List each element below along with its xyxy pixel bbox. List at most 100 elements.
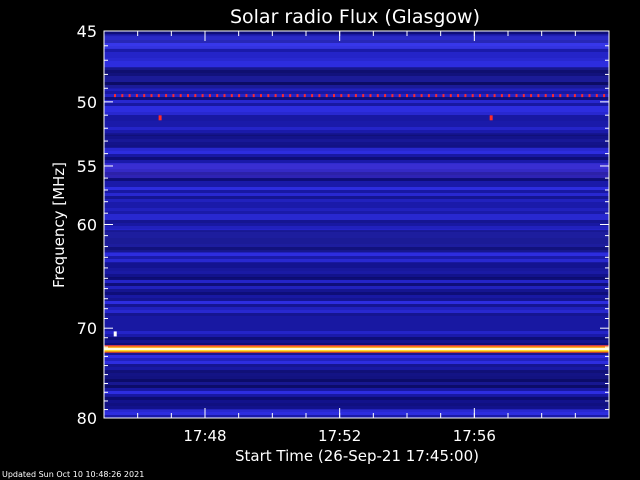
interference-dot [544, 94, 547, 98]
heatmap-band [104, 181, 609, 184]
heatmap-band [104, 259, 609, 262]
interference-dot [362, 94, 365, 98]
heatmap-band [104, 157, 609, 160]
heatmap-band [104, 391, 609, 394]
y-tick-label: 70 [77, 319, 97, 338]
chart-title: Solar radio Flux (Glasgow) [230, 6, 480, 28]
interference-dot [333, 94, 335, 98]
interference-dot [464, 94, 467, 98]
heatmap-band [104, 220, 609, 223]
interference-dot [208, 94, 211, 98]
heatmap-band [104, 190, 609, 193]
plot-area [103, 30, 610, 419]
heatmap-band [104, 355, 609, 358]
heatmap-band [104, 52, 609, 55]
interference-dot [172, 94, 175, 98]
interference-dot [500, 94, 503, 98]
interference-dot [391, 94, 394, 98]
interference-dot [522, 94, 525, 98]
heatmap-band [104, 331, 609, 334]
interference-dot [493, 94, 496, 98]
heatmap-band [104, 301, 609, 304]
interference-dot [559, 94, 562, 98]
interference-dot [245, 94, 248, 98]
heatmap-band [104, 103, 609, 106]
interference-dot [595, 94, 598, 98]
heatmap-band [104, 160, 609, 163]
interference-dot [588, 94, 591, 98]
interference-dot [201, 94, 204, 98]
heatmap-band [104, 388, 609, 391]
heatmap-band [104, 124, 609, 127]
heatmap-band [104, 313, 609, 316]
interference-dot [347, 94, 350, 98]
heatmap-band [104, 184, 609, 187]
interference-dot [157, 94, 160, 98]
interference-dot [552, 94, 554, 98]
interference-dot [325, 94, 328, 98]
heatmap-band [104, 154, 609, 157]
heatmap-band [104, 316, 609, 319]
heatmap-band [104, 223, 609, 226]
interference-dot [537, 94, 540, 98]
heatmap-band [104, 115, 609, 118]
heatmap-band [104, 148, 609, 151]
emission-spot [489, 115, 493, 121]
interference-dot [471, 94, 474, 98]
y-tick-label: 60 [77, 216, 97, 235]
heatmap-band [104, 217, 609, 220]
heatmap-band [104, 283, 609, 286]
heatmap-band [104, 214, 609, 217]
interference-dot [457, 94, 460, 98]
heatmap-band [104, 337, 609, 340]
interference-dot [260, 94, 262, 98]
x-tick-label: 17:52 [318, 427, 361, 445]
heatmap-band [104, 64, 609, 67]
heatmap-band [104, 109, 609, 112]
interference-dot [340, 94, 343, 98]
interference-dot [486, 94, 489, 98]
interference-dot [449, 94, 452, 98]
interference-dot [398, 94, 401, 98]
interference-dot [515, 94, 518, 98]
heatmap-band [104, 91, 609, 94]
heatmap-band [104, 298, 609, 301]
heatmap-band [104, 286, 609, 289]
interference-dot [318, 94, 321, 98]
emission-spot [158, 115, 162, 121]
heatmap-band [104, 358, 609, 361]
interference-dot [223, 94, 226, 98]
heatmap-band [104, 208, 609, 211]
heatmap-band [104, 118, 609, 121]
heatmap-band [104, 280, 609, 283]
interference-dot [179, 94, 182, 98]
interference-dot [267, 94, 270, 98]
interference-dot [581, 94, 584, 98]
heatmap-band [104, 226, 609, 229]
heatmap-band [104, 193, 609, 196]
heatmap-band [104, 295, 609, 298]
heatmap-band [104, 55, 609, 58]
interference-dot [114, 94, 116, 98]
interference-dot [289, 94, 292, 98]
interference-dot [420, 94, 423, 98]
interference-dot [121, 94, 124, 98]
interference-dot [603, 94, 606, 98]
x-tick-label: 17:56 [453, 427, 496, 445]
heatmap-band [104, 289, 609, 292]
emission-spot [113, 331, 117, 337]
heatmap-band [104, 325, 609, 328]
heatmap-bands [104, 31, 609, 418]
heatmap-band [104, 310, 609, 313]
heatmap-band [104, 334, 609, 337]
y-tick-label: 45 [77, 22, 97, 41]
heatmap-band [104, 121, 609, 124]
interference-dot [303, 94, 306, 98]
interference-dot [369, 94, 372, 98]
heatmap-band [104, 130, 609, 133]
y-axis-label: Frequency [MHz] [50, 162, 68, 288]
interference-dot [238, 94, 241, 98]
interference-dot [187, 94, 189, 98]
heatmap-band [104, 367, 609, 370]
heatmap-band [104, 58, 609, 61]
